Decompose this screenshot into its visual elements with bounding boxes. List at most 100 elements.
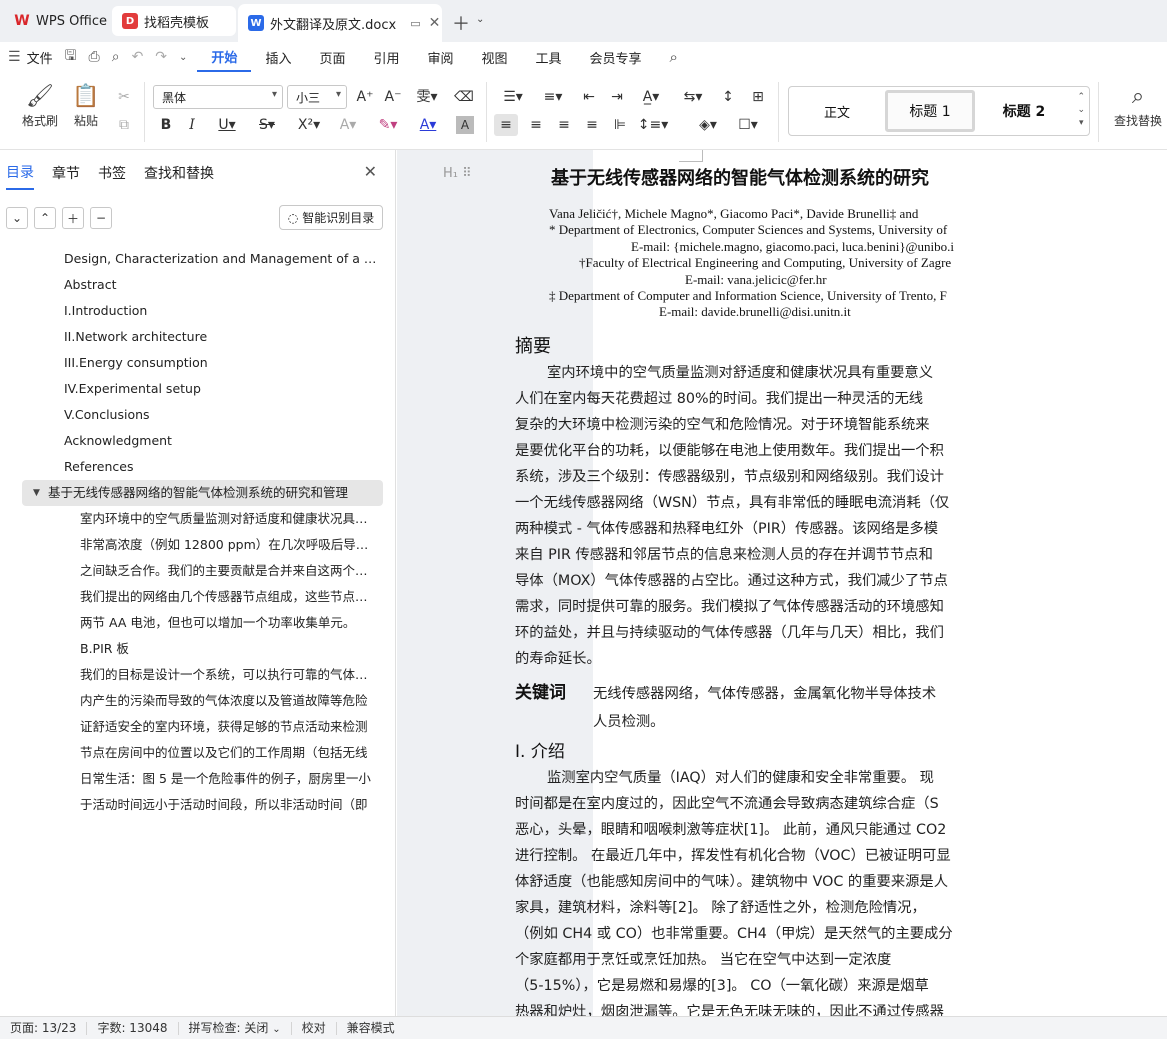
toc-subitem[interactable]: 我们提出的网络由几个传感器节点组成，这些节点组成 [0,584,376,610]
numbered-list-icon[interactable]: ≡▾ [538,86,568,108]
pin-window-icon[interactable]: ▭ [410,17,420,30]
add-icon[interactable]: ＋ [62,207,84,229]
chevron-up-icon[interactable]: ⌃ [34,207,56,229]
proofread-button[interactable]: 校对 [292,1021,337,1035]
decrease-font-icon[interactable]: A⁻ [382,86,404,108]
minus-icon[interactable]: − [90,207,112,229]
font-name-select[interactable]: 黑体 ▾ [153,85,283,109]
style-heading-1[interactable]: 标题 1 [885,90,975,132]
hamburger-menu-icon[interactable]: ☰ [8,49,21,65]
menu-view[interactable]: 视图 [468,42,522,72]
heading-marker-icon[interactable]: H₁ ⠿ [443,166,472,181]
superscript-icon[interactable]: X²▾ [292,114,326,136]
font-color-icon[interactable]: A▾ [412,114,444,136]
chevron-down-icon[interactable]: ⌄ [179,52,187,63]
distributed-align-icon[interactable]: ⊫ [608,114,632,136]
increase-font-icon[interactable]: A⁺ [354,86,376,108]
close-icon[interactable]: ✕ [429,15,441,31]
bullet-list-icon[interactable]: ☰▾ [498,86,528,108]
toc-subitem[interactable]: 之间缺乏合作。我们的主要贡献是合并来自这两个领域 [0,558,376,584]
toc-item[interactable]: V.Conclusions [0,402,378,428]
toc-subitem[interactable]: B.PIR 板 [0,636,376,662]
font-size-select[interactable]: 小三 ▾ [287,85,347,109]
underline-icon[interactable]: U▾ [212,114,242,136]
print-icon[interactable]: ⎙ [89,49,100,65]
document-page[interactable]: 基于无线传感器网络的智能气体检测系统的研究 Vana Jeličić†, Mic… [515,150,1167,1016]
smart-toc-button[interactable]: ◌ 智能识别目录 [279,205,383,230]
menu-review[interactable]: 审阅 [413,42,467,72]
menu-tools[interactable]: 工具 [522,42,576,72]
undo-icon[interactable]: ↶ [132,49,144,65]
tab-wps-office[interactable]: W WPS Office [4,6,110,36]
tab-bookmarks[interactable]: 书签 [98,155,126,189]
find-replace-button[interactable]: ⌕ 查找替换 [1106,82,1167,129]
toc-subitem[interactable]: 室内环境中的空气质量监测对舒适度和健康状况具有重要意义 [0,506,376,532]
expand-triangle-icon[interactable]: ▼ [33,480,40,506]
toc-subitem[interactable]: 节点在房间中的位置以及它们的工作周期（包括无线 [0,740,376,766]
shading-icon[interactable]: ◈▾ [692,114,724,136]
menu-insert[interactable]: 插入 [251,42,305,72]
bold-icon[interactable]: B [156,114,176,136]
toc-item[interactable]: IV.Experimental setup [0,376,378,402]
format-painter-button[interactable]: 🖌 格式刷 [18,82,62,129]
clear-format-icon[interactable]: ⌫ [452,86,476,108]
highlight-icon[interactable]: ✎▾ [372,114,404,136]
chevron-down-icon[interactable]: ⌄ [476,14,484,25]
toc-subitem[interactable]: 两节 AA 电池，但也可以增加一个功率收集单元。 [0,610,376,636]
toc-subitem[interactable]: 证舒适安全的室内环境，获得足够的节点活动来检测 [0,714,376,740]
strikethrough-icon[interactable]: S▾ [252,114,282,136]
chevron-down-icon[interactable]: ⌄ [6,207,28,229]
justify-icon[interactable]: ≡ [580,114,604,136]
spell-check-status[interactable]: 拼写检查: 关闭 ⌄ [179,1021,292,1035]
tab-toc[interactable]: 目录 [6,154,34,190]
style-scroll-arrows[interactable]: ⌃ ⌄ ▾ [1077,91,1085,130]
text-direction-icon[interactable]: A̲▾ [634,86,668,108]
toc-item[interactable]: Acknowledgment [0,428,378,454]
toc-subitem[interactable]: 我们的目标是设计一个系统，可以执行可靠的气体监测 [0,662,376,688]
increase-indent-icon[interactable]: ⇥ [606,86,628,108]
decrease-indent-icon[interactable]: ⇤ [578,86,600,108]
change-case-icon[interactable]: ⇆▾ [676,86,710,108]
menu-page[interactable]: 页面 [305,42,359,72]
copy-icon[interactable]: ⧉ [114,114,134,136]
save-icon[interactable]: 🖫 [65,45,77,69]
cut-icon[interactable]: ✂ [114,86,134,108]
file-menu[interactable]: 文件 [27,48,53,67]
paste-button[interactable]: 📋 粘贴 [64,82,108,129]
search-icon[interactable]: ⌕ [656,48,692,66]
toc-subitem[interactable]: 内产生的污染而导致的气体浓度以及管道故障等危险 [0,688,376,714]
text-effect-icon[interactable]: A▾ [334,114,362,136]
character-shading-icon[interactable]: A [456,116,474,134]
word-count[interactable]: 字数: 13048 [87,1021,179,1035]
toc-item[interactable]: III.Energy consumption [0,350,378,376]
toc-subitem[interactable]: 于活动时间远小于活动时间段，所以非活动时间（即 [0,792,376,818]
toc-item[interactable]: References [0,454,378,480]
page-indicator[interactable]: 页面: 13/23 [0,1021,88,1035]
toc-item[interactable]: Abstract [0,272,378,298]
close-icon[interactable]: ✕ [364,162,377,181]
toc-subitem[interactable]: 非常高浓度（例如 12800 ppm）在几次呼吸后导致死亡 [0,532,376,558]
align-left-icon[interactable]: ≡ [494,114,518,136]
tab-document[interactable]: W 外文翻译及原文.docx ▭ ✕ [238,4,442,42]
toc-item[interactable]: I.Introduction [0,298,378,324]
phonetic-guide-icon[interactable]: 雯▾ [410,86,444,108]
tab-docer-templates[interactable]: D 找稻壳模板 [112,6,236,36]
italic-icon[interactable]: I [182,114,202,136]
tab-chapters[interactable]: 章节 [52,155,80,189]
toc-item[interactable]: II.Network architecture [0,324,378,350]
menu-member[interactable]: 会员专享 [576,42,656,72]
new-tab-icon[interactable]: ＋ [452,10,470,36]
style-heading-2[interactable]: 标题 2 [981,90,1067,132]
menu-references[interactable]: 引用 [359,42,413,72]
border-icon[interactable]: ☐▾ [732,114,764,136]
line-spacing-icon[interactable]: ↕≡▾ [636,114,670,136]
menu-home[interactable]: 开始 [197,42,252,72]
align-center-icon[interactable]: ≡ [524,114,548,136]
tab-find-replace[interactable]: 查找和替换 [144,155,214,189]
print-preview-icon[interactable]: ⌕ [112,49,120,65]
show-marks-icon[interactable]: ⊞ [746,86,770,108]
style-normal[interactable]: 正文 [793,90,881,132]
sort-icon[interactable]: ↕ [716,86,740,108]
toc-item-expanded[interactable]: ▼ 基于无线传感器网络的智能气体检测系统的研究和管理 [22,480,383,506]
document-canvas[interactable]: H₁ ⠿ 基于无线传感器网络的智能气体检测系统的研究 Vana Jeličić†… [397,150,1167,1016]
